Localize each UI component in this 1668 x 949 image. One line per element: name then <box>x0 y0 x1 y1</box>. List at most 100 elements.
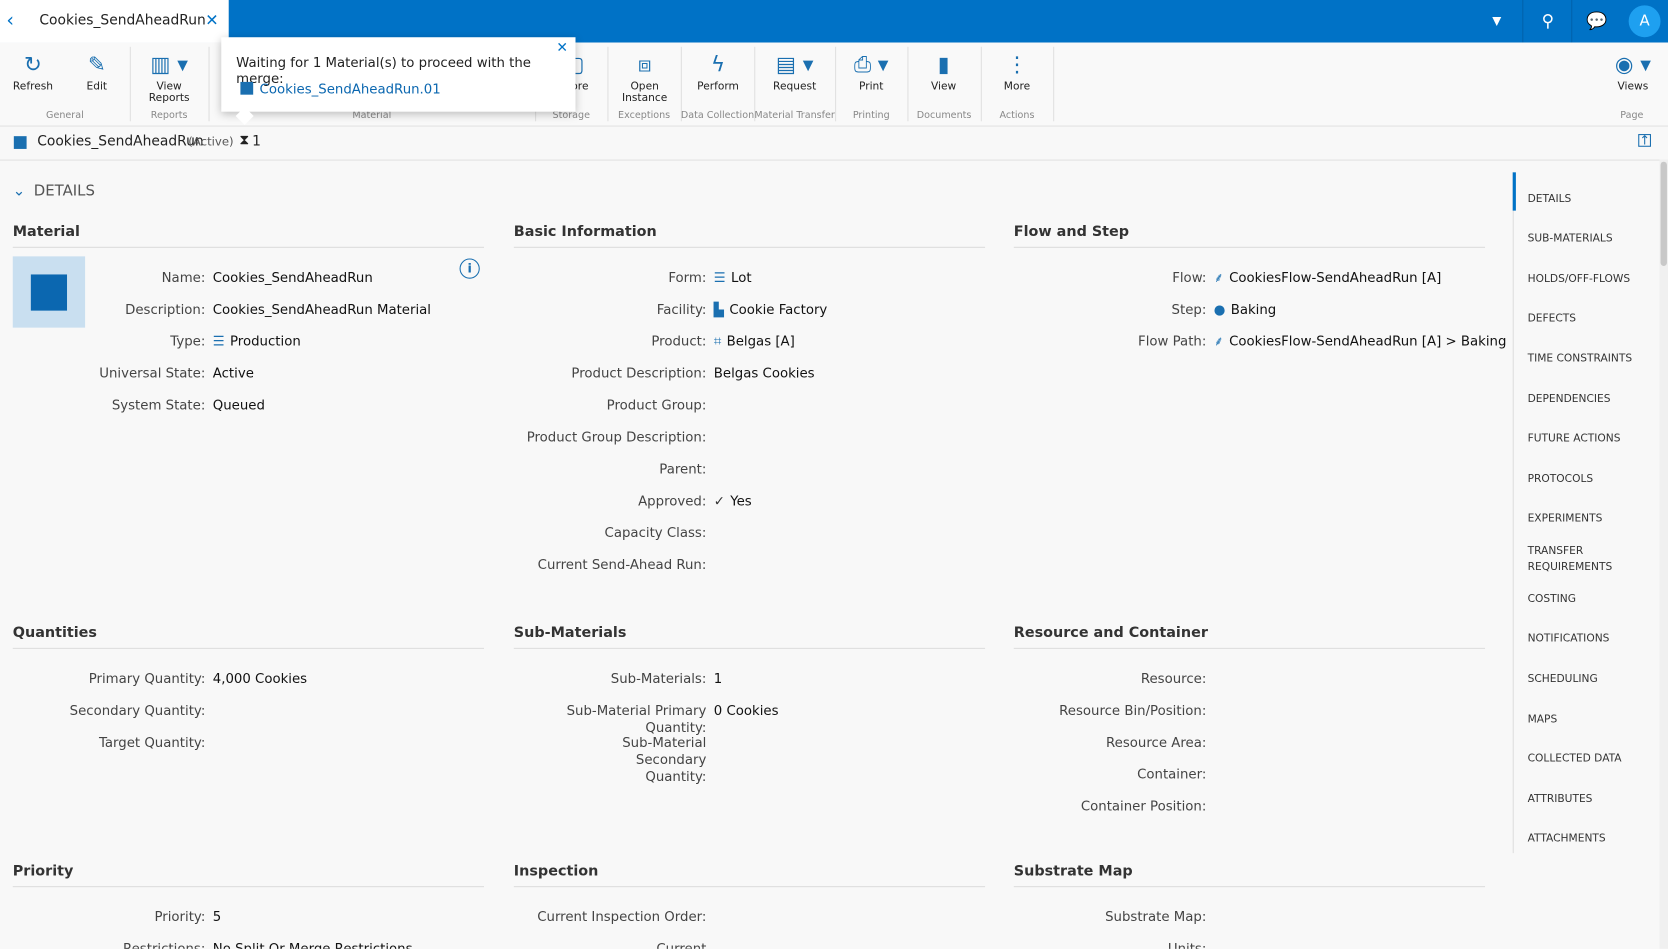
more-label: More <box>1003 80 1031 93</box>
refresh-button[interactable]: ↻ Refresh <box>0 49 67 92</box>
nav-maps[interactable]: MAPS <box>1528 712 1558 728</box>
nav-notifications[interactable]: NOTIFICATIONS <box>1528 631 1610 647</box>
field-value: Cookies_SendAheadRun Material <box>213 301 431 318</box>
edit-button[interactable]: ✎ Edit <box>63 49 131 93</box>
nav-experiments[interactable]: EXPERIMENTS <box>1528 511 1603 527</box>
field-label: Product Group Description: <box>526 428 707 445</box>
nav-protocols[interactable]: PROTOCOLS <box>1528 471 1594 487</box>
field-row: Universal State: Active <box>13 357 484 389</box>
field-label: Universal State: <box>99 364 206 381</box>
request-icon: ▤ ▾ <box>775 51 814 77</box>
field-value[interactable]: ☰ Production <box>213 333 301 350</box>
top-bar: ‹ Cookies_SendAheadRun ✕ ▼ ⚲ 💬 A <box>0 0 1668 43</box>
entity-icon: ☰ <box>713 269 726 286</box>
nav-transfer-requirements[interactable]: TRANSFER REQUIREMENTS <box>1528 544 1634 576</box>
scrollbar-thumb[interactable] <box>1660 161 1667 266</box>
field-value[interactable]: ☰ Lot <box>714 269 752 286</box>
group-label: Exceptions <box>618 110 671 122</box>
field-value: No Split Or Merge Restrictions <box>213 940 413 949</box>
nav-attributes[interactable]: ATTRIBUTES <box>1528 791 1593 807</box>
field-value[interactable]: ⸙ CookiesFlow-SendAheadRun [A] <box>1214 269 1442 286</box>
field-value-text: Belgas Cookies <box>713 364 815 381</box>
nav-defects[interactable]: DEFECTS <box>1528 311 1576 327</box>
nav-collected-data[interactable]: COLLECTED DATA <box>1528 751 1622 767</box>
field-label: System State: <box>111 396 206 413</box>
field-label: Resource: <box>1140 670 1207 687</box>
group-label: General <box>46 110 84 122</box>
view-label: View <box>930 80 957 93</box>
field-value-text: 1 <box>713 670 723 687</box>
nav-costing[interactable]: COSTING <box>1528 591 1576 607</box>
entity-icon: ● <box>1213 301 1226 318</box>
field-label: Step: <box>1171 301 1207 318</box>
group-label: Printing <box>852 110 890 122</box>
field-row: Step: ● Baking <box>1014 294 1485 326</box>
chat-icon[interactable]: 💬 <box>1571 0 1621 43</box>
search-icon[interactable]: ⚲ <box>1522 0 1572 43</box>
view-icon: ▮ <box>937 51 950 77</box>
close-popup-icon[interactable]: ✕ <box>556 40 568 56</box>
section-title: Material <box>12 223 485 248</box>
nav-sub-materials[interactable]: SUB-MATERIALS <box>1528 231 1613 247</box>
open-instance-button[interactable]: ⧈ Open Instance <box>611 49 679 104</box>
nav-dependencies[interactable]: DEPENDENCIES <box>1528 391 1611 407</box>
field-label: Substrate Map: <box>1105 908 1207 925</box>
field-row: Target Quantity: <box>13 727 484 759</box>
popup-material-link[interactable]: Cookies_SendAheadRun.01 <box>240 80 441 97</box>
field-label: Current Send-Ahead Run: <box>537 556 707 573</box>
entity-bar: Cookies_SendAheadRun (Active) ⧗ 1 ↑ <box>0 127 1668 161</box>
field-value: 4,000 Cookies <box>213 670 307 687</box>
dropdown-chevron-icon[interactable]: ▼ <box>1472 0 1521 43</box>
field-value-text: Cookie Factory <box>729 301 828 318</box>
document-tab[interactable]: ‹ Cookies_SendAheadRun ✕ <box>0 0 229 43</box>
section-sub-materials: Sub-Materials Sub-Materials: 1 Sub-Mater… <box>513 624 986 784</box>
field-label: Secondary Quantity: <box>69 702 206 719</box>
view-reports-button[interactable]: ▥ ▾ View Reports <box>135 49 203 104</box>
details-header[interactable]: ⌄ DETAILS <box>13 183 95 200</box>
field-value-text: Active <box>212 364 254 381</box>
field-value-text: CookiesFlow-SendAheadRun [A] <box>1229 269 1442 286</box>
field-value[interactable]: ⌗ Belgas [A] <box>714 333 795 350</box>
field-row: Resource Area: <box>1014 727 1485 759</box>
nav-future-actions[interactable]: FUTURE ACTIONS <box>1528 431 1621 447</box>
more-button[interactable]: ⋮ More <box>983 49 1051 93</box>
nav-attachments[interactable]: ATTACHMENTS <box>1528 831 1606 847</box>
field-row: Current Inspection Order: <box>514 901 985 933</box>
back-icon[interactable]: ‹ <box>6 10 14 32</box>
request-button[interactable]: ▤ ▾ Request <box>761 49 829 93</box>
popup-link-label: Cookies_SendAheadRun.01 <box>259 80 441 97</box>
refresh-icon: ↻ <box>24 51 42 77</box>
field-value[interactable]: ▙ Cookie Factory <box>714 301 827 318</box>
nav-holds-off-flows[interactable]: HOLDS/OFF-FLOWS <box>1528 271 1631 287</box>
field-label: Container Position: <box>1080 797 1207 814</box>
merge-waiting-popup: Waiting for 1 Material(s) to proceed wit… <box>221 37 576 125</box>
scrollbar[interactable] <box>1659 159 1668 949</box>
edit-label: Edit <box>86 80 108 93</box>
field-value-text: Baking <box>1230 301 1277 318</box>
field-value: Queued <box>213 397 265 414</box>
perform-button[interactable]: ϟ Perform <box>684 49 752 92</box>
field-label: Primary Quantity: <box>88 670 206 687</box>
group-label: Page <box>1620 110 1644 122</box>
nav-scheduling[interactable]: SCHEDULING <box>1528 671 1598 687</box>
nav-details[interactable]: DETAILS <box>1528 191 1572 207</box>
entity-icon: ☰ <box>212 332 225 349</box>
field-value-text: 5 <box>212 908 222 925</box>
nav-time-constraints[interactable]: TIME CONSTRAINTS <box>1528 351 1633 367</box>
request-label: Request <box>773 80 817 93</box>
close-tab-icon[interactable]: ✕ <box>205 11 218 30</box>
collapse-header-icon[interactable]: ↑ <box>1638 134 1651 147</box>
print-button[interactable]: ⎙ ▾ Print <box>837 49 905 92</box>
views-button[interactable]: ◉ ▾ Views <box>1599 49 1667 92</box>
section-title: Sub-Materials <box>513 624 986 649</box>
print-icon: ⎙ ▾ <box>853 51 889 77</box>
field-value[interactable]: ● Baking <box>1214 301 1276 318</box>
user-avatar[interactable]: A <box>1628 5 1661 38</box>
tab-title: Cookies_SendAheadRun <box>39 12 206 29</box>
field-value[interactable]: ⸙ CookiesFlow-SendAheadRun [A] > Baking <box>1214 333 1507 350</box>
info-icon[interactable]: i <box>459 258 480 279</box>
field-label: Capacity Class: <box>604 524 707 541</box>
details-title: DETAILS <box>33 182 95 200</box>
view-button[interactable]: ▮ View <box>910 49 978 93</box>
field-value-text: CookiesFlow-SendAheadRun [A] > Baking <box>1229 332 1507 349</box>
